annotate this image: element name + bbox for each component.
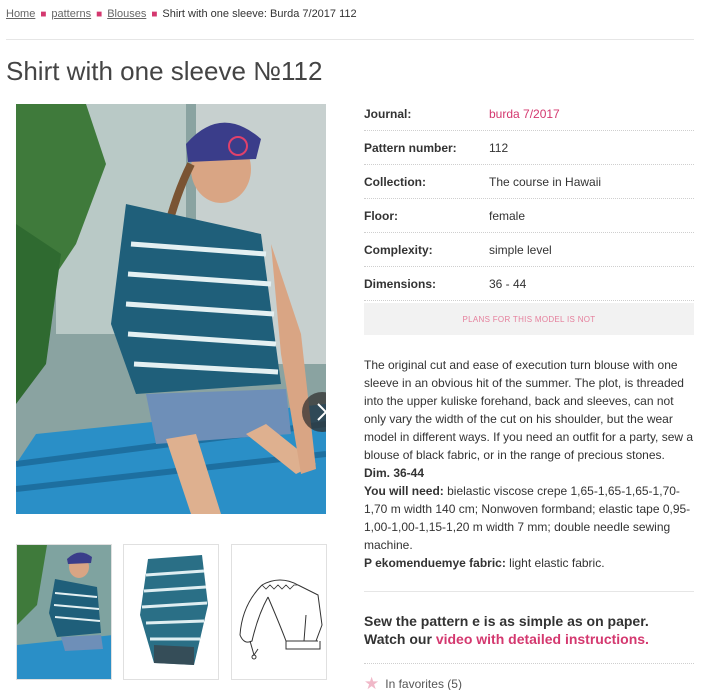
breadcrumb-separator: ■ xyxy=(40,9,47,20)
breadcrumb-separator: ■ xyxy=(151,9,158,20)
journal-link[interactable]: burda 7/2017 xyxy=(489,107,560,121)
promo-line: Sew the pattern e is as simple as on pap… xyxy=(364,613,649,629)
thumbnail-model-photo[interactable] xyxy=(16,544,112,680)
thumbnail-garment-flat[interactable] xyxy=(123,544,219,680)
spec-row-pattern-number: Pattern number: 112 xyxy=(364,131,694,165)
thumbnail-technical-drawing[interactable] xyxy=(231,544,327,680)
spec-label: Collection: xyxy=(364,174,426,189)
pattern-description: The original cut and ease of execution t… xyxy=(364,356,696,572)
spec-row-dimensions: Dimensions: 36 - 44 xyxy=(364,267,694,301)
model-photo-illustration xyxy=(16,104,326,514)
spec-label: Complexity: xyxy=(364,242,433,257)
spec-row-complexity: Complexity: simple level xyxy=(364,233,694,267)
pattern-specs-table: Journal: burda 7/2017 Pattern number: 11… xyxy=(364,97,694,301)
spec-row-floor: Floor: female xyxy=(364,199,694,233)
breadcrumb-current: Shirt with one sleeve: Burda 7/2017 112 xyxy=(162,8,357,20)
thumbnail-drawing-illustration xyxy=(239,579,323,660)
star-icon: ★ xyxy=(364,674,380,690)
spec-row-collection: Collection: The course in Hawaii xyxy=(364,165,694,199)
thumbnail-model-illustration xyxy=(17,545,111,679)
spec-value: simple level xyxy=(489,242,552,257)
spec-value: The course in Hawaii xyxy=(489,174,602,189)
spec-label: Floor: xyxy=(364,208,398,223)
fabric-label: P ekomenduemye fabric: xyxy=(364,556,506,570)
breadcrumb-home-link[interactable]: Home xyxy=(6,8,35,20)
breadcrumb-patterns-link[interactable]: patterns xyxy=(51,8,91,20)
spec-value: 112 xyxy=(489,140,509,155)
divider xyxy=(364,663,694,664)
spec-value: female xyxy=(489,208,526,223)
favorites-button[interactable]: ★ In favorites (5) xyxy=(364,674,462,690)
description-intro: The original cut and ease of execution t… xyxy=(364,358,694,462)
spec-label: Pattern number: xyxy=(364,140,457,155)
divider xyxy=(6,39,694,40)
chevron-right-icon xyxy=(317,403,326,421)
spec-row-journal: Journal: burda 7/2017 xyxy=(364,97,694,131)
spec-label: Journal: xyxy=(364,106,412,121)
thumbnail-garment-illustration xyxy=(140,555,208,665)
plans-notice: PLANS FOR THIS MODEL IS NOT xyxy=(364,303,694,335)
divider xyxy=(364,591,694,592)
promo-prefix: Watch our xyxy=(364,631,436,647)
favorites-label: In favorites (5) xyxy=(385,677,462,690)
breadcrumb: Home ■ patterns ■ Blouses ■ Shirt with one sle… xyxy=(6,8,357,20)
description-dims: Dim. 36-44 xyxy=(364,466,425,480)
breadcrumb-separator: ■ xyxy=(96,9,103,20)
spec-value: 36 - 44 xyxy=(489,276,527,291)
page-title: Shirt with one sleeve №112 xyxy=(6,56,323,86)
video-promo: Sew the pattern e is as simple as on pap… xyxy=(364,612,696,648)
main-product-photo[interactable] xyxy=(16,104,326,514)
fabric-text: light elastic fabric. xyxy=(505,556,605,570)
breadcrumb-blouses-link[interactable]: Blouses xyxy=(107,8,146,20)
spec-label: Dimensions: xyxy=(364,276,437,291)
you-will-need-label: You will need: xyxy=(364,484,444,498)
video-instructions-link[interactable]: video with detailed instructions. xyxy=(436,631,649,647)
